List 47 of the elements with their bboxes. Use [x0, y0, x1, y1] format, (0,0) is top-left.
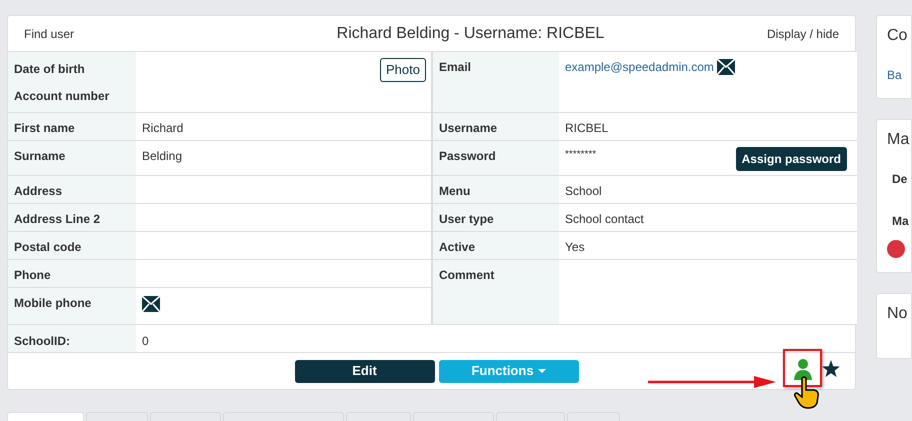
caret-icon [538, 369, 546, 373]
field-value: 0 [142, 334, 149, 348]
card-label: De [892, 171, 908, 188]
photo-button[interactable]: Photo [380, 58, 426, 82]
star-icon[interactable] [822, 360, 840, 377]
field-label: Surname [14, 149, 66, 163]
field-label: Mobile phone [14, 296, 92, 310]
field-value: School [565, 184, 602, 198]
field-label: SchoolID: [14, 334, 70, 348]
tab[interactable] [7, 412, 84, 421]
page-title: Richard Belding - Username: RICBEL [336, 24, 604, 44]
envelope-icon[interactable] [716, 59, 735, 75]
field-value: School contact [565, 212, 644, 226]
field-value: Belding [142, 149, 182, 163]
field-label: Postal code [14, 240, 82, 254]
email-link[interactable]: example@speedadmin.com [565, 58, 714, 76]
hand-cursor-icon [794, 376, 820, 409]
field-value: RICBEL [565, 121, 608, 135]
card-title: Co [887, 26, 908, 46]
card-title: Ma [887, 130, 910, 150]
field-label: Address [14, 184, 62, 198]
field-label: Account number [14, 88, 110, 104]
envelope-icon[interactable] [142, 296, 160, 312]
display-hide-link[interactable]: Display / hide [766, 24, 839, 42]
highlight-frame [783, 349, 822, 387]
field-value: Yes [565, 240, 585, 254]
field-label: User type [439, 212, 494, 226]
status-badge [887, 240, 905, 258]
assign-password-button[interactable]: Assign password [736, 147, 847, 171]
field-label: Address Line 2 [14, 212, 100, 226]
field-label: Password [439, 149, 496, 163]
field-value: Richard [142, 121, 184, 135]
field-value: ******** [565, 148, 596, 162]
card-title: No [887, 304, 908, 324]
field-label: Active [439, 240, 476, 254]
field-label: First name [14, 121, 75, 135]
field-label: Menu [439, 184, 470, 198]
field-label: Comment [439, 268, 494, 282]
card-label: Ma [892, 213, 910, 230]
card-link[interactable]: Ba [887, 66, 911, 84]
field-label: Date of birth [14, 60, 86, 78]
field-label: Username [439, 121, 498, 135]
field-label: Email [439, 60, 472, 74]
edit-button[interactable]: Edit [294, 360, 434, 382]
find-user-link[interactable]: Find user [24, 24, 74, 42]
user-icon[interactable] [794, 358, 812, 380]
field-label: Phone [14, 268, 51, 282]
